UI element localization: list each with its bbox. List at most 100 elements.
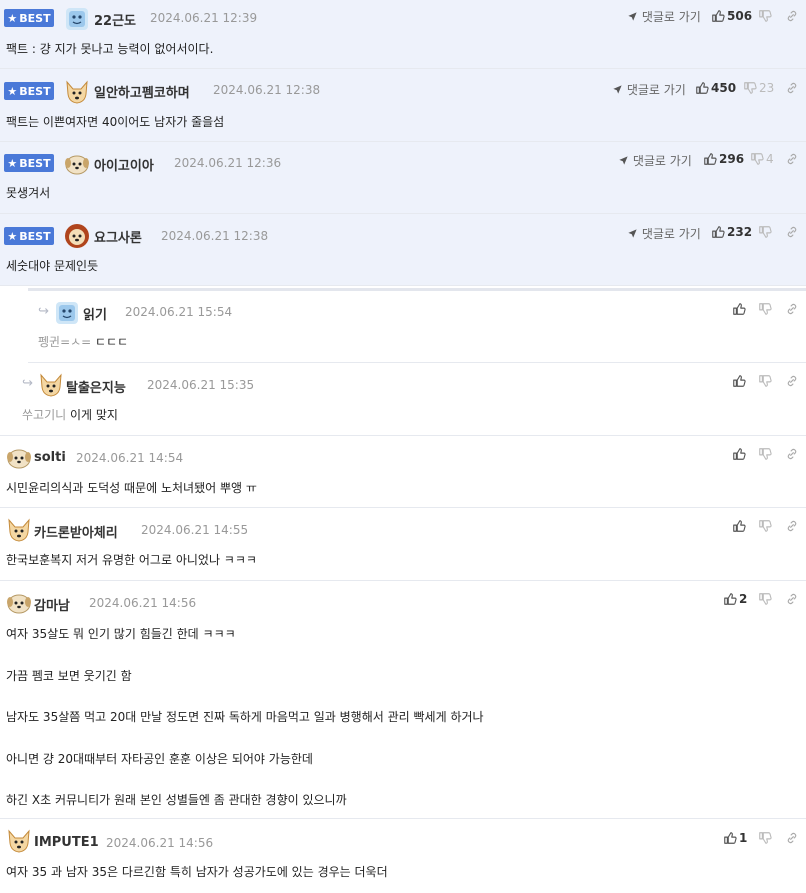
comment-date: 2024.06.21 15:54 [125, 305, 233, 319]
comment-text: 못생겨서 [6, 186, 51, 200]
comment-nickname[interactable]: solti [34, 450, 66, 465]
link-icon [785, 302, 799, 316]
comment-nickname[interactable]: 카드론받아체리 [34, 522, 118, 541]
like-button[interactable]: 1 [723, 831, 747, 845]
link-icon [785, 831, 799, 845]
link-icon [785, 592, 799, 606]
dislike-button[interactable] [758, 302, 772, 316]
puppy-avatar[interactable] [64, 151, 90, 177]
comment-nickname[interactable]: 읽기 [83, 304, 107, 323]
puppy-avatar[interactable] [6, 590, 32, 616]
comment-date: 2024.06.21 12:38 [213, 83, 321, 97]
dislike-button[interactable] [758, 592, 772, 606]
comment-nickname[interactable]: IMPUTE1 [34, 835, 99, 850]
like-button[interactable]: 2 [723, 592, 747, 606]
comment-item: 카드론받아체리 2024.06.21 14:55 한국보훈복지 저거 유명한 어… [0, 508, 806, 581]
mention-tag[interactable]: 쑤고기니 [22, 408, 70, 422]
dislike-button[interactable] [758, 9, 774, 23]
dog-avatar[interactable] [38, 372, 64, 398]
comment-item: 감마남 2024.06.21 14:56 2 여자 35살도 뭐 인기 많기 힘… [0, 581, 806, 819]
thumb-down-icon [758, 225, 772, 239]
link-icon [785, 81, 799, 95]
like-button[interactable]: 506 [711, 9, 752, 23]
like-button[interactable] [732, 374, 746, 388]
copy-link-button[interactable] [785, 9, 799, 23]
comment-nickname[interactable]: 아이고이아 [94, 155, 154, 174]
copy-link-button[interactable] [785, 592, 799, 606]
link-icon [785, 152, 799, 166]
comment-date: 2024.06.21 14:56 [89, 596, 197, 610]
dog-avatar[interactable] [6, 517, 32, 543]
lion-avatar[interactable] [64, 223, 90, 249]
comment-date: 2024.06.21 12:39 [150, 11, 258, 25]
star-icon: ★ [7, 11, 18, 25]
comment-nickname[interactable]: 감마남 [34, 595, 70, 614]
goto-comment-link[interactable]: 댓글로 가기 [612, 81, 686, 98]
dislike-button[interactable] [758, 225, 772, 239]
goto-comment-link[interactable]: 댓글로 가기 [618, 152, 692, 169]
link-icon [785, 9, 799, 23]
dislike-button[interactable] [758, 447, 772, 461]
thumb-up-icon [723, 831, 737, 845]
comment-line: 가끔 펨코 보면 웃기긴 함 [6, 669, 132, 683]
comment-item: solti 2024.06.21 14:54 시민윤리의식과 도덕성 때문에 노… [0, 436, 806, 508]
copy-link-button[interactable] [785, 519, 799, 533]
puppy-avatar[interactable] [6, 445, 32, 471]
comment-line: 아니면 걍 20대때부터 자타공인 훈훈 이상은 되어야 가능한데 [6, 752, 313, 766]
dog-avatar[interactable] [64, 79, 90, 105]
dog-avatar[interactable] [6, 828, 32, 854]
thumb-up-icon [711, 225, 725, 239]
reply-arrow-icon: ↪ [22, 376, 33, 391]
comment-text: 쑤고기니 이게 맞지 [22, 408, 118, 422]
dislike-button[interactable] [758, 831, 772, 845]
link-icon [785, 519, 799, 533]
copy-link-button[interactable] [785, 81, 799, 95]
like-button[interactable]: 296 [703, 152, 744, 166]
comment-date: 2024.06.21 14:55 [141, 523, 249, 537]
comment-line: 남자도 35살쯤 먹고 20대 만날 정도면 진짜 독하게 마음먹고 일과 병행… [6, 710, 484, 724]
copy-link-button[interactable] [785, 152, 799, 166]
copy-link-button[interactable] [785, 374, 799, 388]
dislike-button[interactable] [758, 519, 772, 533]
comment-nickname[interactable]: 탈출은지능 [66, 377, 126, 396]
comment-date: 2024.06.21 14:56 [106, 836, 214, 850]
thumb-up-icon [711, 9, 725, 23]
comment-nickname[interactable]: 요그사론 [94, 227, 142, 246]
copy-link-button[interactable] [785, 302, 799, 316]
dislike-button[interactable] [758, 374, 772, 388]
copy-link-button[interactable] [785, 225, 799, 239]
copy-link-button[interactable] [785, 447, 799, 461]
link-icon [785, 447, 799, 461]
comment-nickname[interactable]: 22근도 [94, 10, 136, 29]
like-button[interactable] [732, 302, 746, 316]
comment-item: ★ BEST 22근도 2024.06.21 12:39 댓글로 가기 506 팩… [0, 0, 806, 69]
like-button[interactable] [732, 447, 746, 461]
comment-text: 팩트 : 걍 지가 못나고 능력이 없어서이다. [6, 42, 214, 56]
thumb-down-icon [758, 447, 772, 461]
mention-tag[interactable]: 펭귄=ㅅ= [38, 335, 95, 349]
dislike-button[interactable]: 23 [743, 81, 774, 95]
thumb-down-icon [750, 152, 764, 166]
comment-nickname[interactable]: 일안하고펨코하며 [94, 82, 190, 101]
send-icon [618, 155, 629, 166]
thumb-up-icon [723, 592, 737, 606]
thumb-down-icon [758, 592, 772, 606]
like-button[interactable]: 450 [695, 81, 736, 95]
comment-item: ★ BEST 아이고이아 2024.06.21 12:36 댓글로 가기 296 … [0, 142, 806, 214]
like-button[interactable]: 232 [711, 225, 752, 239]
comment-text: 시민윤리의식과 도덕성 때문에 노처녀됐어 뿌앵 ㅠ [6, 481, 257, 495]
thumb-up-icon [695, 81, 709, 95]
goto-comment-link[interactable]: 댓글로 가기 [627, 225, 701, 242]
ice-avatar[interactable] [64, 6, 90, 32]
ice-avatar[interactable] [54, 300, 80, 326]
goto-comment-link[interactable]: 댓글로 가기 [627, 8, 701, 25]
link-icon [785, 374, 799, 388]
dislike-button[interactable]: 4 [750, 152, 774, 166]
like-button[interactable] [732, 519, 746, 533]
comment-date: 2024.06.21 12:36 [174, 156, 282, 170]
thumb-down-icon [758, 9, 772, 23]
thumb-down-icon [758, 374, 772, 388]
comment-text: 펭귄=ㅅ= ㄷㄷㄷ [38, 335, 129, 349]
copy-link-button[interactable] [785, 831, 799, 845]
comment-line: 여자 35살도 뭐 인기 많기 힘들긴 한데 ㅋㅋㅋ [6, 627, 236, 641]
